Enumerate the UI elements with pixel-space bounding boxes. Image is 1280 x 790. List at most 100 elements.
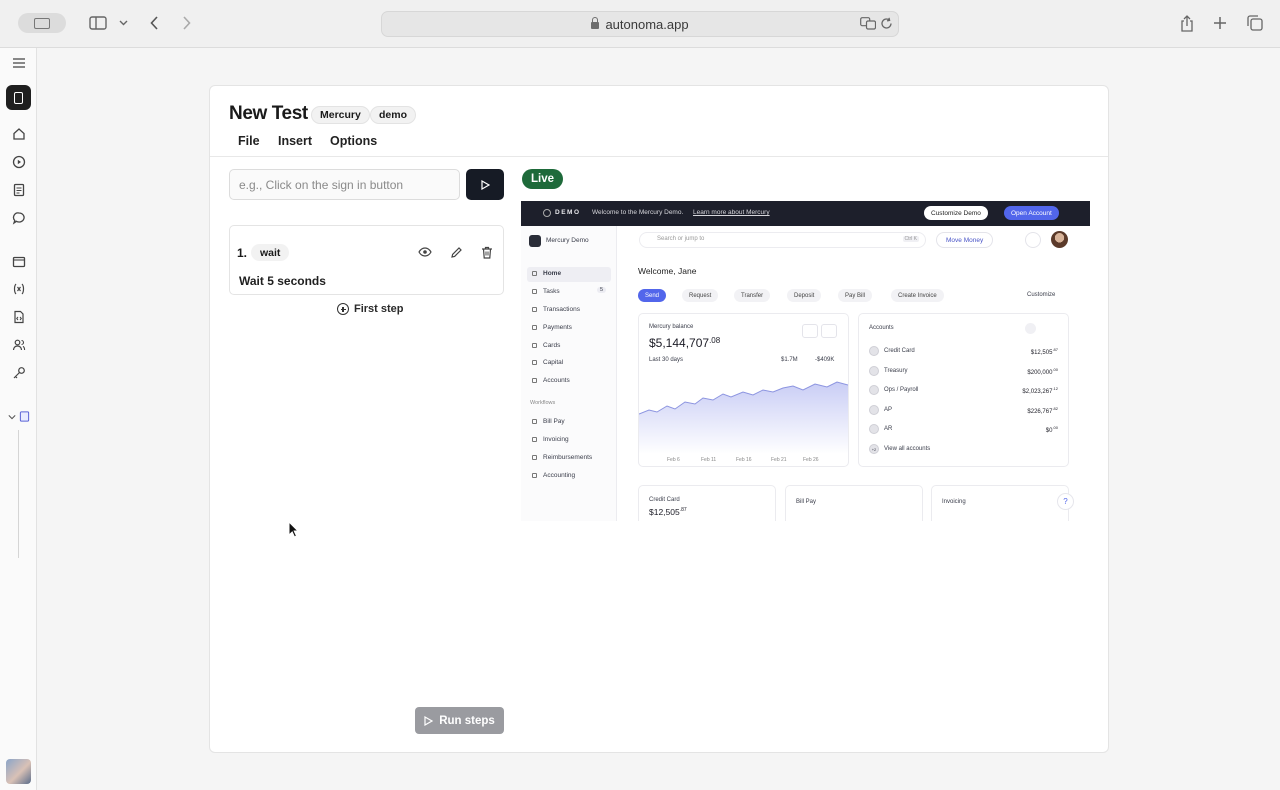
balance-chart	[639, 381, 848, 454]
nav-invoicing[interactable]: Invoicing	[532, 436, 569, 443]
step-description: Wait 5 seconds	[239, 274, 326, 288]
nav-accounts[interactable]: Accounts	[532, 377, 570, 384]
step-card[interactable]: 1. wait Wait 5 seconds	[229, 225, 504, 295]
edit-icon[interactable]	[448, 244, 464, 260]
balance-period[interactable]: Last 30 days	[649, 357, 683, 363]
notification-icon[interactable]	[1025, 232, 1041, 248]
greeting: Welcome, Jane	[638, 266, 697, 276]
customize-link[interactable]: Customize	[1027, 292, 1055, 298]
customize-demo-button[interactable]: Customize Demo	[924, 206, 988, 220]
share-icon[interactable]	[1178, 13, 1196, 33]
tag-demo[interactable]: demo	[370, 106, 417, 124]
add-account-icon[interactable]	[1025, 323, 1036, 334]
demo-learn-link[interactable]: Learn more about Mercury	[693, 209, 770, 216]
users-icon[interactable]	[10, 336, 27, 353]
credit-card-card[interactable]: Credit Card $12,505.87	[638, 485, 776, 521]
browser-toolbar: autonoma.app	[0, 0, 1280, 48]
chart-xtick: Feb 11	[701, 457, 717, 463]
nav-tasks[interactable]: Tasks	[532, 288, 560, 295]
nav-cards[interactable]: Cards	[532, 342, 560, 349]
nav-capital[interactable]: Capital	[532, 359, 563, 366]
tag-mercury[interactable]: Mercury	[311, 106, 370, 124]
request-action[interactable]: Request	[682, 289, 719, 302]
account-amount: $0.00	[1045, 425, 1058, 434]
sidebar-toggle-icon[interactable]	[88, 13, 108, 33]
nav-accounting[interactable]: Accounting	[532, 472, 575, 479]
accounts-card[interactable]: Accounts Credit Card $12,505.87 Treasury…	[858, 313, 1069, 467]
workflows-label: Workflows	[530, 400, 556, 406]
play-icon	[480, 179, 490, 190]
address-bar[interactable]: autonoma.app	[381, 11, 899, 37]
menu-options[interactable]: Options	[330, 134, 377, 148]
pay-bill-action[interactable]: Pay Bill	[838, 289, 873, 302]
url-text: autonoma.app	[605, 16, 689, 32]
nav-home[interactable]: Home	[532, 270, 561, 277]
invoicing-card[interactable]: Invoicing	[931, 485, 1069, 521]
nav-reimbursements[interactable]: Reimbursements	[532, 454, 592, 461]
app-logo-icon[interactable]	[6, 85, 31, 110]
submit-step-button[interactable]	[466, 169, 504, 200]
org-name[interactable]: Mercury Demo	[546, 237, 589, 244]
file-code-icon[interactable]	[10, 308, 27, 325]
step-prompt-input[interactable]	[229, 169, 460, 200]
account-row[interactable]: AR	[869, 424, 892, 434]
menu-file[interactable]: File	[238, 134, 260, 148]
tab-overview-icon[interactable]	[1245, 13, 1265, 33]
demo-welcome: Welcome to the Mercury Demo.	[592, 209, 684, 216]
nav-transactions[interactable]: Transactions	[532, 306, 580, 313]
eye-icon[interactable]	[417, 244, 433, 260]
balance-in: $1.7M	[781, 357, 798, 363]
view-all-accounts[interactable]: +2 View all accounts	[869, 444, 930, 454]
expand-chevron-icon[interactable]	[7, 408, 17, 425]
avatar[interactable]	[6, 759, 31, 784]
balance-card[interactable]: Mercury balance $5,144,707.08 Last 30 da…	[638, 313, 849, 467]
account-row[interactable]: AP	[869, 405, 892, 415]
translate-icon[interactable]	[860, 17, 877, 33]
chart-xtick: Feb 26	[803, 457, 819, 463]
menu-icon[interactable]	[10, 54, 27, 71]
menu-insert[interactable]: Insert	[278, 134, 312, 148]
nav-payments[interactable]: Payments	[532, 324, 572, 331]
test-file-icon[interactable]	[18, 408, 30, 425]
back-icon[interactable]	[146, 13, 162, 33]
profile-switch-button[interactable]	[18, 13, 66, 33]
bill-pay-card[interactable]: Bill Pay	[785, 485, 923, 521]
divider	[210, 156, 1108, 157]
chart-view-icon[interactable]	[802, 324, 818, 338]
key-icon[interactable]	[10, 364, 27, 381]
trash-icon[interactable]	[479, 244, 495, 260]
browser-window-icon[interactable]	[10, 253, 27, 270]
move-money-button[interactable]: Move Money	[936, 232, 994, 248]
home-icon[interactable]	[10, 125, 27, 142]
demo-brand: DEMO	[555, 209, 581, 216]
document-icon[interactable]	[10, 181, 27, 198]
chevron-down-icon[interactable]	[116, 15, 130, 31]
play-circle-icon[interactable]	[10, 153, 27, 170]
live-preview[interactable]: DEMO Welcome to the Mercury Demo. Learn …	[521, 201, 1090, 521]
variable-icon[interactable]	[10, 280, 27, 297]
account-row[interactable]: Ops / Payroll	[869, 385, 918, 395]
account-row[interactable]: Treasury	[869, 366, 907, 376]
chat-icon[interactable]	[10, 209, 27, 226]
open-account-button[interactable]: Open Account	[1004, 206, 1059, 220]
preview-search[interactable]: Search or jump to Ctrl K	[639, 232, 926, 248]
add-first-step-button[interactable]: First step	[337, 303, 404, 315]
preview-sidebar: Mercury Demo Home Tasks 5 Transactions P…	[521, 226, 617, 521]
run-steps-label: Run steps	[439, 714, 495, 727]
help-button[interactable]: ?	[1057, 493, 1074, 510]
mouse-cursor-icon	[288, 521, 300, 538]
transfer-action[interactable]: Transfer	[734, 289, 771, 302]
table-view-icon[interactable]	[821, 324, 837, 338]
nav-bill-pay[interactable]: Bill Pay	[532, 418, 565, 425]
send-action[interactable]: Send	[638, 289, 667, 302]
chart-xtick: Feb 21	[771, 457, 787, 463]
create-invoice-action[interactable]: Create Invoice	[891, 289, 944, 302]
forward-icon[interactable]	[178, 13, 194, 33]
reload-icon[interactable]	[880, 17, 893, 33]
account-row[interactable]: Credit Card	[869, 346, 915, 356]
deposit-action[interactable]: Deposit	[787, 289, 822, 302]
user-avatar[interactable]	[1051, 231, 1068, 248]
chart-xtick: Feb 6	[667, 457, 680, 463]
new-tab-icon[interactable]	[1211, 13, 1229, 33]
run-steps-button[interactable]: Run steps	[415, 707, 504, 734]
